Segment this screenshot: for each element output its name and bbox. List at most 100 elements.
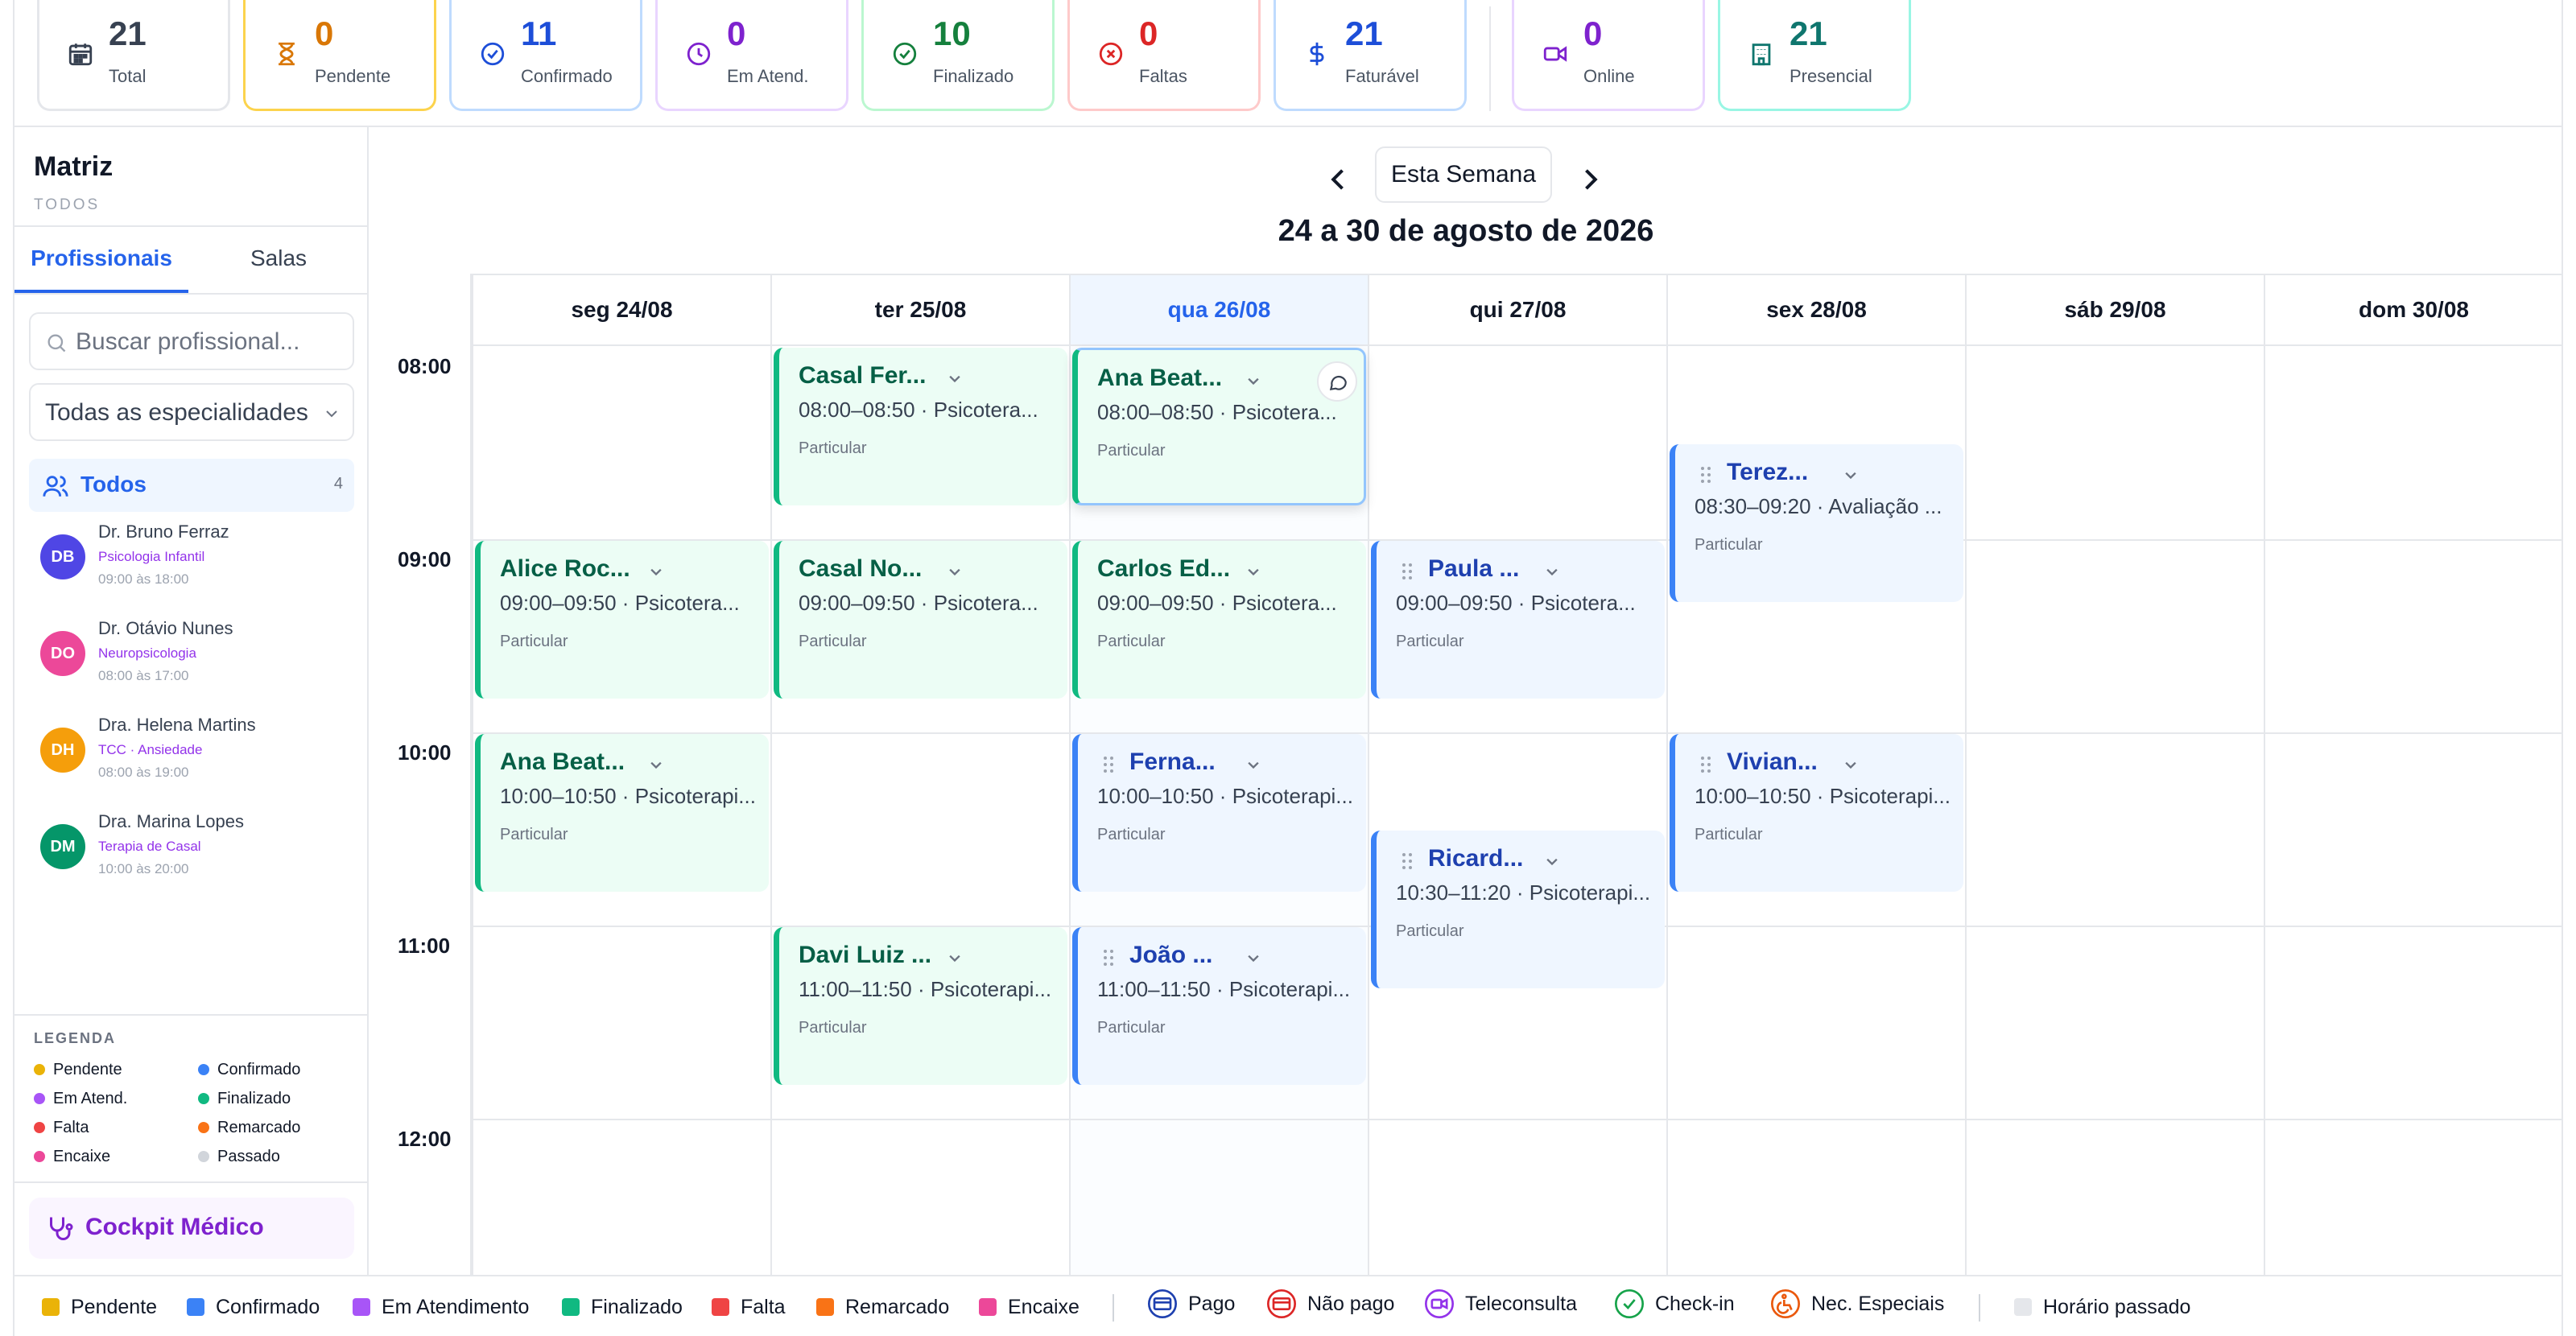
appointment-card[interactable]: Ferna... 10:00–10:50 · Psicoterapi... Part… — [1072, 734, 1366, 892]
professional-hours: 10:00 às 20:00 — [98, 861, 189, 876]
chevron-down-icon[interactable] — [1242, 560, 1265, 583]
chevron-down-icon[interactable] — [1541, 560, 1563, 583]
footer-legend-item: Pago — [1146, 1288, 1235, 1320]
footer-legend-item: Encaixe — [979, 1296, 1080, 1319]
stat-card-online[interactable]: 0 Online — [1512, 0, 1705, 111]
chevron-down-icon[interactable] — [943, 946, 966, 969]
tab-salas[interactable]: Salas — [188, 233, 369, 293]
chevron-down-icon[interactable] — [645, 753, 667, 776]
legend-item: Passado — [198, 1148, 280, 1166]
stat-card-em-atend[interactable]: 0 Em Atend. — [655, 0, 848, 111]
professional-specialty: Psicologia Infantil — [98, 549, 205, 564]
appointment-payer: Particular — [1396, 633, 1464, 650]
day-column[interactable] — [2264, 346, 2562, 1275]
appointment-card[interactable]: Davi Luiz ... 11:00–11:50 · Psicoterapi..… — [774, 927, 1067, 1085]
legend-label: Pendente — [53, 1061, 122, 1078]
next-week-button[interactable] — [1568, 158, 1612, 201]
appointment-payer: Particular — [1396, 922, 1464, 940]
stat-card-confirmado[interactable]: 11 Confirmado — [449, 0, 642, 111]
tab-profissionais[interactable]: Profissionais — [14, 233, 188, 293]
stat-card-finalizado[interactable]: 10 Finalizado — [861, 0, 1055, 111]
video-icon — [1542, 40, 1569, 68]
appointment-card[interactable]: Casal No... 09:00–09:50 · Psicotera... Par… — [774, 541, 1067, 699]
day-header[interactable]: seg 24/08 — [472, 274, 770, 346]
day-header[interactable]: ter 25/08 — [770, 274, 1069, 346]
status-dot-icon — [198, 1122, 209, 1133]
chevron-down-icon[interactable] — [1839, 753, 1862, 776]
chevron-down-icon[interactable] — [943, 560, 966, 583]
drag-handle-icon[interactable] — [1102, 755, 1115, 774]
appointment-card[interactable]: Casal Fer... 08:00–08:50 · Psicotera... Pa… — [774, 348, 1067, 505]
professional-item[interactable]: DB Dr. Bruno Ferraz Psicologia Infantil … — [29, 522, 354, 610]
prev-week-button[interactable] — [1317, 158, 1360, 201]
day-header[interactable]: sex 28/08 — [1666, 274, 1965, 346]
professional-item[interactable]: DM Dra. Marina Lopes Terapia de Casal 10… — [29, 811, 354, 900]
professional-item[interactable]: DH Dra. Helena Martins TCC · Ansiedade 0… — [29, 715, 354, 803]
appointment-payer: Particular — [1097, 442, 1166, 460]
footer-legend-label: Finalizado — [591, 1296, 683, 1318]
professional-name: Dr. Bruno Ferraz — [98, 522, 229, 542]
stat-card-presencial[interactable]: 21 Presencial — [1718, 0, 1911, 111]
appointment-time: 09:00–09:50 · Psicotera... — [1396, 591, 1636, 615]
stat-card-pendente[interactable]: 0 Pendente — [243, 0, 436, 111]
hour-gridline — [472, 732, 2563, 734]
appointment-card[interactable]: Terez... 08:30–09:20 · Avaliação ... Parti… — [1670, 444, 1963, 602]
drag-handle-icon[interactable] — [1699, 755, 1712, 774]
chevron-down-icon[interactable] — [1242, 369, 1265, 392]
footer-legend-label: Check-in — [1655, 1293, 1735, 1315]
footer-legend-label: Nec. Especiais — [1811, 1293, 1945, 1315]
appointment-card[interactable]: Ricard... 10:30–11:20 · Psicoterapi... Par… — [1371, 831, 1665, 988]
day-header[interactable]: sáb 29/08 — [1965, 274, 2264, 346]
appointment-card[interactable]: Paula ... 09:00–09:50 · Psicotera... Parti… — [1371, 541, 1665, 699]
chevron-down-icon[interactable] — [645, 560, 667, 583]
appointment-payer: Particular — [1695, 826, 1763, 843]
footer-legend-item: Nec. Especiais — [1769, 1288, 1944, 1320]
drag-handle-icon[interactable] — [1401, 851, 1414, 871]
drag-handle-icon[interactable] — [1699, 465, 1712, 485]
this-week-button[interactable]: Esta Semana — [1375, 146, 1552, 203]
stats-divider — [1489, 6, 1491, 111]
appointment-time: 09:00–09:50 · Psicotera... — [500, 591, 740, 615]
appointment-card[interactable]: Carlos Ed... 09:00–09:50 · Psicotera... Pa… — [1072, 541, 1366, 699]
appointment-card[interactable]: João ... 11:00–11:50 · Psicoterapi... Part… — [1072, 927, 1366, 1085]
day-header[interactable]: qui 27/08 — [1368, 274, 1666, 346]
all-professionals-item[interactable]: Todos 4 — [29, 459, 354, 512]
hour-label: 10:00 — [398, 740, 452, 765]
avatar: DB — [40, 534, 85, 579]
appointment-card[interactable]: Ana Beat... 10:00–10:50 · Psicoterapi... P… — [475, 734, 769, 892]
stat-label: Confirmado — [521, 66, 613, 86]
appointment-card[interactable]: Vivian... 10:00–10:50 · Psicoterapi... Par… — [1670, 734, 1963, 892]
day-header[interactable]: qua 26/08 — [1069, 274, 1368, 346]
time-gutter — [369, 274, 472, 1275]
day-header[interactable]: dom 30/08 — [2264, 274, 2562, 346]
cockpit-medico-button[interactable]: Cockpit Médico — [29, 1198, 354, 1259]
patient-name: Vivian... — [1727, 748, 1818, 775]
chevron-down-icon — [322, 404, 341, 423]
professional-item[interactable]: DO Dr. Otávio Nunes Neuropsicologia 08:0… — [29, 618, 354, 707]
appointment-card[interactable]: Ana Beat... 08:00–08:50 · Psicotera... Par… — [1072, 348, 1366, 505]
search-input[interactable] — [76, 325, 341, 359]
day-column[interactable] — [1368, 346, 1666, 1275]
chevron-down-icon[interactable] — [943, 367, 966, 390]
legend-label: Em Atend. — [53, 1090, 128, 1107]
appointment-card[interactable]: Alice Roc... 09:00–09:50 · Psicotera... Pa… — [475, 541, 769, 699]
chevron-down-icon[interactable] — [1242, 946, 1265, 969]
status-swatch-icon — [353, 1298, 370, 1316]
stat-card-total[interactable]: 21 Total — [37, 0, 230, 111]
chevron-down-icon[interactable] — [1242, 753, 1265, 776]
stat-label: Total — [109, 66, 147, 86]
stat-value: 10 — [933, 14, 971, 52]
legend-item: Encaixe — [34, 1148, 110, 1166]
footer-legend-label: Não pago — [1307, 1293, 1395, 1315]
drag-handle-icon[interactable] — [1102, 948, 1115, 967]
day-column[interactable] — [1965, 346, 2264, 1275]
chevron-down-icon[interactable] — [1839, 464, 1862, 486]
specialty-select[interactable]: Todas as especialidades — [29, 383, 354, 441]
chevron-down-icon[interactable] — [1541, 850, 1563, 872]
chat-icon[interactable] — [1317, 361, 1357, 402]
stat-value: 0 — [1583, 14, 1603, 52]
stat-card-faltas[interactable]: 0 Faltas — [1067, 0, 1261, 111]
drag-handle-icon[interactable] — [1401, 562, 1414, 581]
appointment-payer: Particular — [799, 633, 867, 650]
stat-card-fatur-vel[interactable]: 21 Faturável — [1274, 0, 1467, 111]
